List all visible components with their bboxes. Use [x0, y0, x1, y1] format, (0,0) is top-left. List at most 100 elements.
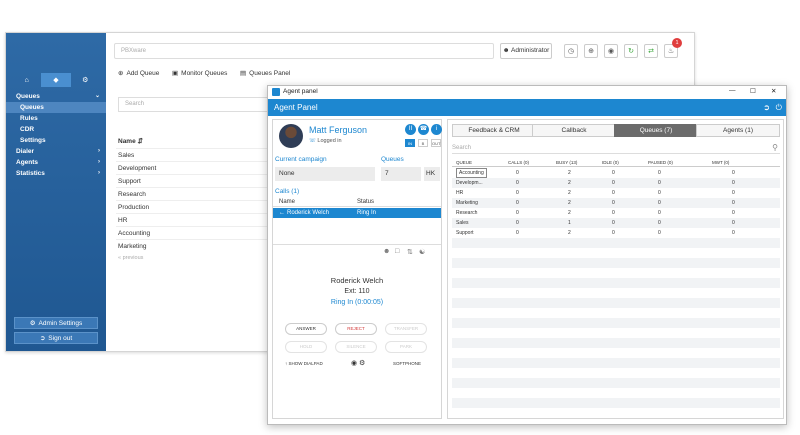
minimize-icon[interactable]: — — [729, 87, 736, 94]
record-icon[interactable]: ◉ — [351, 359, 357, 367]
previous-link[interactable]: « previous — [118, 255, 143, 261]
incoming-call-icon: ← — [279, 210, 285, 216]
mode-out-button[interactable]: OUT — [431, 139, 441, 147]
info-icon[interactable]: i — [431, 124, 442, 135]
calls-header: Name Status — [273, 198, 441, 207]
add-contact-icon[interactable]: ☻ — [383, 248, 390, 255]
menu-sub-settings[interactable]: Settings — [6, 135, 106, 146]
transfer-icon[interactable]: ⇅ — [407, 248, 413, 256]
mode-both-button[interactable]: B — [418, 139, 428, 147]
hold-button[interactable]: HOLD — [285, 341, 327, 353]
queue-row[interactable]: HR — [116, 213, 276, 226]
empty-row — [452, 248, 780, 258]
transfer-button[interactable]: TRANSFER — [385, 323, 427, 335]
silence-button[interactable]: SILENCE — [335, 341, 377, 353]
conference-icon[interactable]: ☯ — [419, 248, 425, 256]
administrator-button[interactable]: ☻ Administrator — [500, 43, 552, 59]
home-tab-icon[interactable]: ⌂ — [12, 73, 41, 87]
empty-row — [452, 348, 780, 358]
sidebar-tabs: ⌂ ◆ ⚙ — [12, 73, 100, 87]
tab-callback[interactable]: Callback — [532, 124, 616, 137]
power-icon[interactable]: ⏻ — [776, 99, 782, 116]
th-idle[interactable]: IDLE (0) — [602, 158, 619, 167]
menu-queues[interactable]: Queues ⌄ — [6, 91, 106, 102]
chat-icon[interactable]: □ — [395, 248, 399, 255]
queue-table-row[interactable]: Marketing 0 2 0 0 0 — [452, 198, 780, 208]
sync-icon[interactable]: ⇄ — [644, 44, 658, 58]
th-queue[interactable]: QUEUE — [456, 158, 472, 167]
queue-row[interactable]: Production — [116, 200, 276, 213]
tab-agents[interactable]: Agents (1) — [696, 124, 780, 137]
cell-queue: Accounting — [456, 168, 487, 178]
answer-button[interactable]: ANSWER — [285, 323, 327, 335]
reject-button[interactable]: REJECT — [335, 323, 377, 335]
calls-header-name: Name — [279, 199, 296, 205]
th-paused[interactable]: PAUSED (0) — [648, 158, 673, 167]
cell-idle: 0 — [612, 210, 615, 216]
pbx-tab-icon[interactable]: ◆ — [41, 73, 71, 87]
cell-busy: 1 — [568, 220, 571, 226]
monitor-queues-button[interactable]: ▣ Monitor Queues — [172, 69, 227, 78]
queue-row[interactable]: Sales — [116, 148, 276, 161]
menu-dialer[interactable]: Dialer › — [6, 146, 106, 157]
logout-icon[interactable]: ➲ — [763, 99, 770, 116]
cell-mwt: 0 — [732, 170, 735, 176]
add-queue-button[interactable]: ⊕ Add Queue — [118, 69, 159, 78]
queue-row[interactable]: Support — [116, 174, 276, 187]
cell-paused: 0 — [658, 170, 661, 176]
settings-icon[interactable]: ⚙ — [359, 359, 365, 367]
softphone-label: SOFTPHONE — [393, 361, 422, 366]
queue-row[interactable]: Development — [116, 161, 276, 174]
empty-row — [452, 368, 780, 378]
current-campaign-field[interactable]: None — [275, 167, 375, 181]
top-search-input[interactable]: PBXware — [114, 43, 494, 59]
refresh-icon[interactable]: ↻ — [624, 44, 638, 58]
mode-in-button[interactable]: IN — [405, 139, 415, 147]
cell-calls: 0 — [516, 180, 519, 186]
queue-table-row[interactable]: Accounting 0 2 0 0 0 — [452, 168, 780, 178]
call-row[interactable]: ← Roderick Welch Ring In — [273, 208, 441, 218]
cell-paused: 0 — [658, 220, 661, 226]
menu-sub-rules[interactable]: Rules — [6, 113, 106, 124]
queues-panel-button[interactable]: ▤ Queues Panel — [240, 69, 290, 78]
menu-sub-cdr[interactable]: CDR — [6, 124, 106, 135]
column-header-name[interactable]: Name ⇵ — [118, 137, 143, 145]
menu-agents[interactable]: Agents › — [6, 157, 106, 168]
park-button[interactable]: PARK — [385, 341, 427, 353]
queue-table-row[interactable]: Support 0 2 0 0 0 — [452, 228, 780, 238]
target-icon[interactable]: ⊕ — [584, 44, 598, 58]
th-mwt[interactable]: MWT (0) — [712, 158, 729, 167]
settings-tab-icon[interactable]: ⚙ — [71, 73, 100, 87]
cell-queue: HR — [456, 190, 464, 196]
queue-search-input[interactable]: Search ⚲ — [452, 142, 780, 154]
empty-row — [452, 338, 780, 348]
phone-icon[interactable]: ☎ — [418, 124, 429, 135]
queue-table-row[interactable]: Developm... 0 2 0 0 0 — [452, 178, 780, 188]
th-busy[interactable]: BUSY (13) — [556, 158, 577, 167]
menu-statistics[interactable]: Statistics › — [6, 168, 106, 179]
queue-table-row[interactable]: HR 0 2 0 0 0 — [452, 188, 780, 198]
queue-search-input[interactable]: Search — [118, 97, 268, 112]
queue-row[interactable]: Accounting — [116, 226, 276, 239]
cell-paused: 0 — [658, 210, 661, 216]
sign-out-button[interactable]: ➲ Sign out — [14, 332, 98, 344]
clock-icon[interactable]: ◷ — [564, 44, 578, 58]
maximize-icon[interactable]: ☐ — [750, 87, 756, 95]
menu-sub-queues[interactable]: Queues — [6, 102, 106, 113]
admin-settings-button[interactable]: ⚙ Admin Settings — [14, 317, 98, 329]
empty-row — [452, 298, 780, 308]
chevron-right-icon: › — [98, 170, 100, 176]
tab-feedback-crm[interactable]: Feedback & CRM — [452, 124, 536, 137]
th-calls[interactable]: CALLS (0) — [508, 158, 529, 167]
cell-paused: 0 — [658, 200, 661, 206]
queue-row[interactable]: Research — [116, 187, 276, 200]
queue-table-row[interactable]: Research 0 2 0 0 0 — [452, 208, 780, 218]
pause-icon[interactable]: II — [405, 124, 416, 135]
globe-icon[interactable]: ◉ — [604, 44, 618, 58]
close-icon[interactable]: ✕ — [771, 87, 776, 95]
show-dialpad-link[interactable]: ↑ SHOW DIALPAD — [285, 361, 323, 366]
queue-table-row[interactable]: Sales 0 1 0 0 0 — [452, 218, 780, 228]
queue-row[interactable]: Marketing — [116, 239, 276, 252]
cell-mwt: 0 — [732, 220, 735, 226]
tab-queues[interactable]: Queues (7) — [614, 124, 698, 137]
